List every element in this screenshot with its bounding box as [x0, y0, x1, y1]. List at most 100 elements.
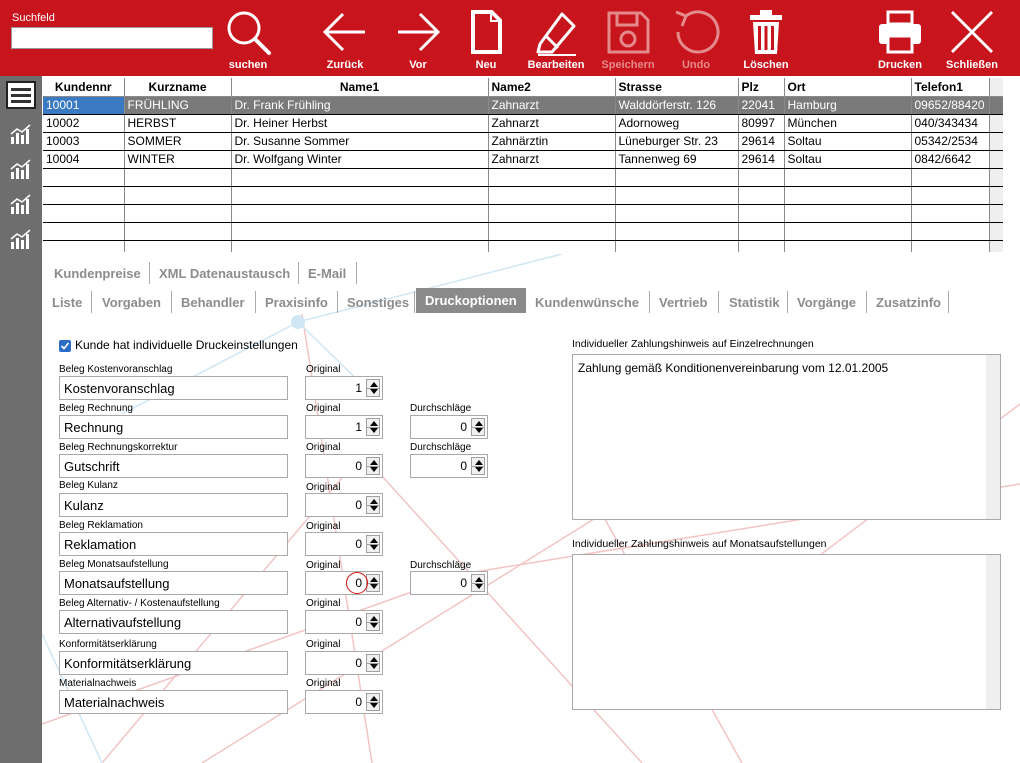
forward-button[interactable]: Vor	[391, 0, 445, 76]
stepper-arrows[interactable]	[366, 693, 380, 711]
arrow-up-icon[interactable]	[370, 382, 378, 387]
beleg-reklamation-input[interactable]: Reklamation	[59, 532, 288, 556]
arrow-down-icon[interactable]	[370, 623, 378, 628]
stepper-arrows[interactable]	[366, 574, 380, 592]
arrow-down-icon[interactable]	[475, 584, 483, 589]
tab-vertrieb[interactable]: Vertrieb	[659, 295, 707, 310]
beleg-rechnung-input[interactable]: Rechnung	[59, 415, 288, 439]
table-cell[interactable]: 29614	[738, 150, 785, 169]
beleg-kostenvoranschlag-input[interactable]: Kostenvoranschlag	[59, 376, 288, 400]
table-cell[interactable]: 10001	[43, 96, 125, 115]
search-button[interactable]: suchen	[221, 0, 275, 76]
arrow-down-icon[interactable]	[370, 545, 378, 550]
tab-praxisinfo[interactable]: Praxisinfo	[265, 295, 328, 310]
table-row[interactable]: 10004 WINTER Dr. Wolfgang Winter Zahnarz…	[43, 150, 1003, 169]
tab-kundenpreise[interactable]: Kundenpreise	[54, 266, 141, 281]
tab-kundenwuensche[interactable]: Kundenwünsche	[535, 295, 639, 310]
table-cell[interactable]: Zahnarzt	[488, 96, 616, 115]
table-cell[interactable]: 29614	[738, 132, 785, 151]
delete-button[interactable]: Löschen	[738, 0, 794, 76]
table-cell[interactable]: 09652/88420	[911, 96, 990, 115]
tab-sonstiges[interactable]: Sonstiges	[347, 295, 409, 310]
table-cell[interactable]: Dr. Frank Frühling	[231, 96, 489, 115]
tab-druckoptionen[interactable]: Druckoptionen	[416, 288, 526, 313]
table-cell[interactable]: 10003	[43, 132, 125, 151]
table-cell[interactable]: Soltau	[784, 150, 912, 169]
tab-liste[interactable]: Liste	[52, 295, 82, 310]
table-cell[interactable]: Walddörferstr. 126	[615, 96, 739, 115]
tab-email[interactable]: E-Mail	[308, 266, 346, 281]
sidebar-chart-button-1[interactable]	[6, 120, 36, 148]
table-cell[interactable]: 80997	[738, 114, 785, 133]
stepper-arrows[interactable]	[366, 457, 380, 475]
stepper-arrows[interactable]	[471, 574, 485, 592]
konformitaetserklaerung-input[interactable]: Konformitätserklärung	[59, 651, 288, 675]
arrow-down-icon[interactable]	[370, 664, 378, 669]
column-header-ort[interactable]: Ort	[784, 78, 912, 97]
textarea-scrollbar[interactable]	[986, 555, 1000, 709]
stepper-arrows[interactable]	[366, 535, 380, 553]
search-input[interactable]	[11, 27, 213, 49]
table-cell[interactable]: München	[784, 114, 912, 133]
column-header-kurzname[interactable]: Kurzname	[124, 78, 232, 97]
table-cell[interactable]: Soltau	[784, 132, 912, 151]
arrow-down-icon[interactable]	[475, 428, 483, 433]
materialnachweis-input[interactable]: Materialnachweis	[59, 690, 288, 714]
arrow-down-icon[interactable]	[370, 389, 378, 394]
stepper-arrows[interactable]	[471, 418, 485, 436]
tab-behandler[interactable]: Behandler	[181, 295, 245, 310]
table-row[interactable]: 10001 FRÜHLING Dr. Frank Frühling Zahnar…	[43, 96, 1003, 115]
tab-zusatzinfo[interactable]: Zusatzinfo	[876, 295, 941, 310]
tab-xml-datenaustausch[interactable]: XML Datenaustausch	[159, 266, 290, 281]
column-header-plz[interactable]: Plz	[738, 78, 785, 97]
rechnungskorrektur-original-stepper[interactable]: 0	[305, 454, 383, 478]
back-button[interactable]: Zurück	[318, 0, 372, 76]
beleg-kulanz-input[interactable]: Kulanz	[59, 493, 288, 517]
zahlungshinweis-monat-textarea[interactable]	[572, 554, 1001, 710]
arrow-down-icon[interactable]	[475, 467, 483, 472]
arrow-up-icon[interactable]	[370, 499, 378, 504]
kostenvoranschlag-original-stepper[interactable]: 1	[305, 376, 383, 400]
table-cell[interactable]: 0842/6642	[911, 150, 990, 169]
stepper-arrows[interactable]	[366, 418, 380, 436]
new-button[interactable]: Neu	[461, 0, 511, 76]
beleg-rechnungskorrektur-input[interactable]: Gutschrift	[59, 454, 288, 478]
table-cell[interactable]: FRÜHLING	[124, 96, 232, 115]
arrow-up-icon[interactable]	[475, 460, 483, 465]
undo-button[interactable]: Undo	[669, 0, 723, 76]
rechnung-durchschlaege-stepper[interactable]: 0	[410, 415, 488, 439]
table-cell[interactable]: Lüneburger Str. 23	[615, 132, 739, 151]
konformitaetserklaerung-original-stepper[interactable]: 0	[305, 651, 383, 675]
beleg-monatsaufstellung-input[interactable]: Monatsaufstellung	[59, 571, 288, 595]
table-cell[interactable]: Dr. Heiner Herbst	[231, 114, 489, 133]
arrow-down-icon[interactable]	[370, 428, 378, 433]
table-cell[interactable]: Zahnarzt	[488, 114, 616, 133]
arrow-up-icon[interactable]	[475, 577, 483, 582]
column-header-kundennr[interactable]: Kundennr	[43, 78, 125, 97]
arrow-up-icon[interactable]	[370, 538, 378, 543]
table-cell[interactable]: HERBST	[124, 114, 232, 133]
table-row[interactable]: 10002 HERBST Dr. Heiner Herbst Zahnarzt …	[43, 114, 1003, 133]
tab-statistik[interactable]: Statistik	[729, 295, 780, 310]
arrow-up-icon[interactable]	[370, 421, 378, 426]
arrow-down-icon[interactable]	[370, 467, 378, 472]
column-header-name2[interactable]: Name2	[488, 78, 616, 97]
table-cell[interactable]: 22041	[738, 96, 785, 115]
table-cell[interactable]: 05342/2534	[911, 132, 990, 151]
materialnachweis-original-stepper[interactable]: 0	[305, 690, 383, 714]
table-cell[interactable]: WINTER	[124, 150, 232, 169]
beleg-alternativaufstellung-input[interactable]: Alternativaufstellung	[59, 610, 288, 634]
rechnung-original-stepper[interactable]: 1	[305, 415, 383, 439]
stepper-arrows[interactable]	[366, 496, 380, 514]
save-button[interactable]: Speichern	[596, 0, 660, 76]
sidebar-chart-button-3[interactable]	[6, 190, 36, 218]
table-cell[interactable]: 040/343434	[911, 114, 990, 133]
table-cell[interactable]: Dr. Wolfgang Winter	[231, 150, 489, 169]
arrow-up-icon[interactable]	[370, 577, 378, 582]
sidebar-list-button[interactable]	[6, 81, 36, 109]
table-row[interactable]: 10003 SOMMER Dr. Susanne Sommer Zahnärzt…	[43, 132, 1003, 151]
arrow-up-icon[interactable]	[370, 696, 378, 701]
print-button[interactable]: Drucken	[872, 0, 928, 76]
column-header-telefon1[interactable]: Telefon1	[911, 78, 990, 97]
table-cell[interactable]: SOMMER	[124, 132, 232, 151]
